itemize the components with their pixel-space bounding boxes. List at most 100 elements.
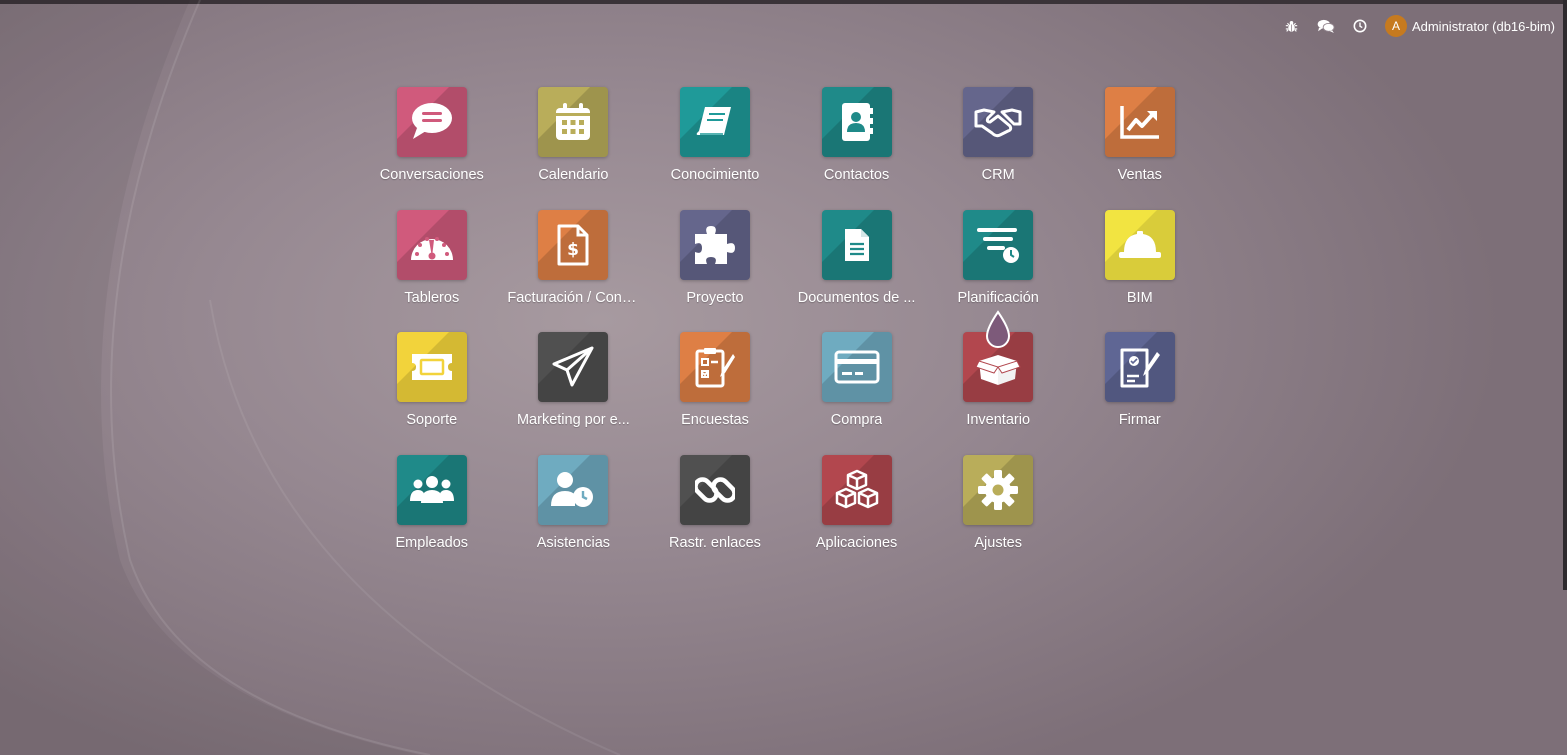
user-menu[interactable]: A Administrator (db16-bim): [1384, 15, 1555, 37]
app-icon-tile: [679, 87, 750, 157]
app-rastr-enlaces[interactable]: Rastr. enlaces: [644, 455, 786, 578]
address-book-icon: [841, 103, 873, 141]
app-label: Empleados: [395, 535, 469, 552]
top-border: [0, 0, 1567, 4]
drop-cursor-icon: [986, 310, 1011, 349]
activities-button[interactable]: [1343, 12, 1377, 40]
app-soporte[interactable]: Soporte: [361, 332, 503, 455]
app-tableros[interactable]: Tableros: [361, 209, 503, 333]
invoice-icon: $: [557, 224, 589, 266]
app-icon-tile: [821, 455, 892, 526]
app-icon-tile: [679, 209, 750, 280]
users-icon: [409, 476, 454, 504]
app-proyecto[interactable]: Proyecto: [644, 209, 786, 333]
debug-button[interactable]: [1275, 12, 1309, 40]
app-calendario[interactable]: Calendario: [503, 87, 645, 210]
app-inventario[interactable]: Inventario: [927, 310, 1069, 455]
bug-icon: [1286, 20, 1298, 32]
app-bim[interactable]: BIM: [1069, 209, 1211, 333]
app-aplicaciones[interactable]: Aplicaciones: [786, 455, 928, 578]
app-icon-tile: [821, 87, 892, 157]
trend-chart-icon: [1120, 106, 1159, 139]
gauge-icon: [410, 236, 453, 260]
app-icon-tile: [538, 455, 609, 526]
app-label: Conversaciones: [379, 167, 484, 183]
chat-icon: [1317, 19, 1335, 33]
messages-button[interactable]: [1309, 12, 1343, 40]
signature-icon: [1120, 348, 1160, 388]
app-icon-tile: [963, 455, 1034, 526]
app-label: Compra: [830, 412, 883, 429]
app-icon-tile: [1104, 332, 1175, 403]
gear-icon: [978, 470, 1019, 511]
app-empleados[interactable]: Empleados: [361, 455, 503, 578]
app-documentos[interactable]: Documentos de ...: [786, 209, 928, 333]
ticket-icon: [411, 354, 452, 381]
credit-card-icon: [834, 350, 880, 384]
app-grid: Conversaciones Calendario Conocimiento C…: [361, 87, 1211, 578]
app-label: Asistencias: [536, 535, 611, 552]
planning-icon: [977, 227, 1020, 263]
app-icon-tile: [538, 332, 609, 403]
app-label: Encuestas: [681, 412, 749, 429]
app-icon-tile: [396, 87, 467, 157]
cubes-icon: [835, 469, 878, 509]
puzzle-icon: [694, 225, 735, 264]
app-compra[interactable]: Compra: [786, 332, 928, 455]
app-ajustes[interactable]: Ajustes: [927, 455, 1069, 578]
app-crm[interactable]: CRM: [927, 87, 1069, 210]
app-label: Documentos de ...: [797, 289, 916, 306]
app-icon-tile: [679, 332, 750, 403]
app-icon-tile: [396, 455, 467, 526]
app-label: Contactos: [823, 167, 890, 183]
app-ventas[interactable]: Ventas: [1069, 87, 1211, 210]
survey-icon: [695, 348, 735, 388]
app-label: Conocimiento: [670, 167, 760, 183]
app-label: Facturación / Contabilidad: [507, 289, 640, 306]
app-label: CRM: [981, 167, 1015, 183]
user-name: Administrator (db16-bim): [1411, 18, 1555, 34]
app-icon-tile: [821, 332, 892, 403]
app-encuestas[interactable]: Encuestas: [644, 332, 786, 455]
app-icon-tile: [963, 209, 1034, 280]
window-edge: [1563, 0, 1567, 590]
app-icon-tile: [1104, 209, 1175, 280]
app-label: Firmar: [1118, 412, 1161, 429]
app-label: Proyecto: [686, 289, 744, 306]
app-contactos[interactable]: Contactos: [786, 87, 928, 210]
hard-hat-icon: [1118, 230, 1161, 258]
app-label: Planificación: [957, 289, 1039, 306]
app-marketing[interactable]: Marketing por e...: [503, 332, 645, 455]
app-label: Aplicaciones: [815, 535, 898, 552]
app-label: Marketing por e...: [516, 412, 630, 429]
calendar-icon: [556, 103, 591, 140]
clock-icon: [1353, 19, 1367, 33]
app-icon-tile: [679, 455, 750, 526]
app-icon-tile: [538, 87, 609, 157]
app-firmar[interactable]: Firmar: [1069, 332, 1211, 455]
app-icon-tile: [821, 209, 892, 280]
app-label: BIM: [1126, 289, 1153, 306]
app-label: Soporte: [406, 412, 458, 429]
app-icon-tile: [396, 332, 467, 403]
app-label: Rastr. enlaces: [669, 535, 761, 552]
chat-bubble-icon: [411, 103, 452, 139]
box-icon: [975, 355, 1021, 386]
app-label: Calendario: [538, 167, 609, 183]
app-asistencias[interactable]: Asistencias: [503, 455, 645, 578]
app-icon-tile: [396, 209, 467, 280]
paper-plane-icon: [552, 346, 594, 387]
app-facturacion[interactable]: $ Facturación / Contabilidad: [503, 209, 645, 333]
app-icon-tile: $: [538, 209, 609, 280]
app-icon-tile: [1104, 87, 1175, 157]
app-conversaciones[interactable]: Conversaciones: [361, 87, 503, 210]
svg-text:$: $: [567, 240, 579, 260]
systray: A Administrator (db16-bim): [1275, 12, 1555, 40]
app-label: Tableros: [404, 289, 460, 306]
app-icon-tile: [963, 87, 1034, 157]
app-label: Ventas: [1117, 167, 1162, 183]
book-icon: [696, 107, 731, 135]
app-conocimiento[interactable]: Conocimiento: [644, 87, 786, 210]
document-icon: [844, 228, 869, 261]
app-label: Ajustes: [974, 535, 1022, 552]
